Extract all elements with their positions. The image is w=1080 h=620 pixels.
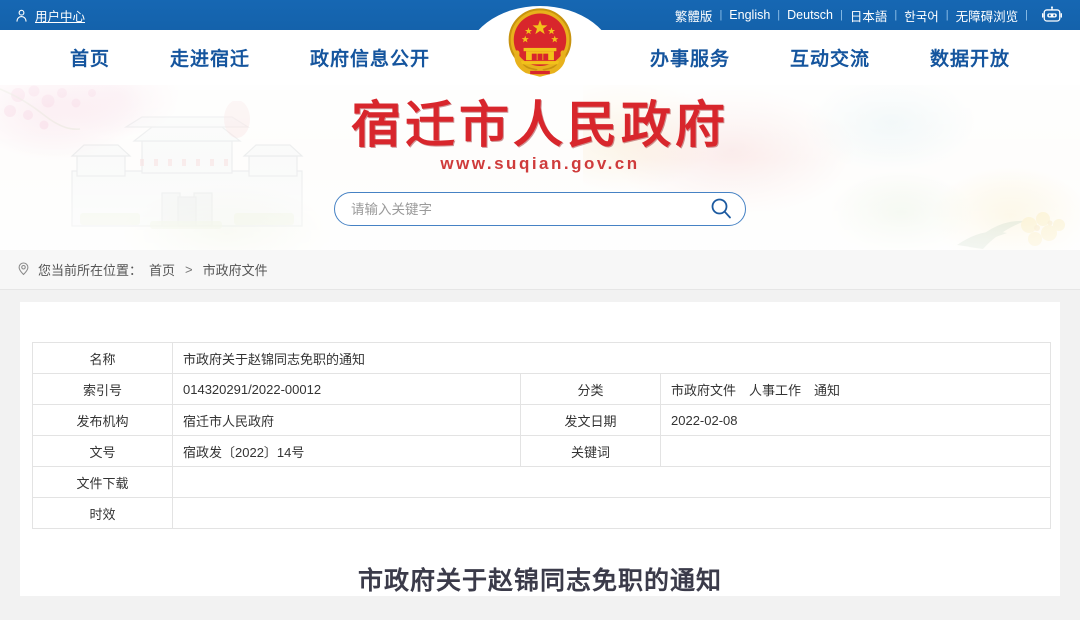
meta-label-keywords: 关键词 [520,435,661,467]
robot-icon[interactable] [1034,6,1070,24]
nav-item-government-info[interactable]: 政府信息公开 [310,44,430,71]
lang-link-1[interactable]: English [722,8,777,22]
document-card: 名称 市政府关于赵锦同志免职的通知 索引号 014320291/2022-000… [20,302,1060,596]
page-title: 市政府关于赵锦同志免职的通知 [357,567,722,595]
meta-label-validity: 时效 [32,497,173,529]
meta-label-index: 索引号 [32,373,173,405]
nav-group-left: 首页 走进宿迁 政府信息公开 [0,30,480,85]
breadcrumb-item-current[interactable]: 市政府文件 [203,260,268,279]
nav-item-home[interactable]: 首页 [70,44,110,71]
nav-item-open-data[interactable]: 数据开放 [930,44,1010,71]
document-meta-table: 名称 市政府关于赵锦同志免职的通知 索引号 014320291/2022-000… [32,342,1051,529]
meta-value-publish-date: 2022-02-08 [660,404,1051,436]
table-row: 索引号 014320291/2022-00012 分类 市政府文件 人事工作 通… [32,373,1051,405]
lang-separator: | [1025,9,1028,21]
top-utility-bar: 用户中心 繁體版 | English | Deutsch | 日本語 | 한국어… [0,0,1080,30]
location-pin-icon [16,261,31,279]
breadcrumb: 您当前所在位置： 首页 > 市政府文件 [16,260,268,279]
breadcrumb-item-home[interactable]: 首页 [149,260,175,279]
user-center-label: 用户中心 [35,9,86,24]
meta-label-category: 分类 [520,373,661,405]
lang-link-2[interactable]: Deutsch [780,8,840,22]
site-title-cn: 宿迁市人民政府 [351,97,729,153]
meta-label-name: 名称 [32,342,173,374]
meta-value-doc-number: 宿政发〔2022〕14号 [172,435,521,467]
meta-label-publish-date: 发文日期 [520,404,661,436]
nav-item-services[interactable]: 办事服务 [650,44,730,71]
content-area: 名称 市政府关于赵锦同志免职的通知 索引号 014320291/2022-000… [0,290,1080,596]
meta-value-keywords [660,435,1051,467]
nav-item-interaction[interactable]: 互动交流 [790,44,870,71]
search-icon [709,196,733,223]
search-input[interactable] [351,201,707,217]
site-title-block: 宿迁市人民政府 www.suqian.gov.cn [0,99,1080,174]
meta-value-validity [172,497,1051,529]
nav-items-container: 首页 走进宿迁 政府信息公开 办事服务 互动交流 数据开放 [0,30,1080,85]
meta-value-category: 市政府文件 人事工作 通知 [660,373,1051,405]
lang-link-3[interactable]: 日本語 [843,6,895,25]
breadcrumb-prefix: 您当前所在位置： [38,263,143,278]
search-button[interactable] [707,196,735,223]
table-row: 文号 宿政发〔2022〕14号 关键词 [32,435,1051,467]
meta-value-file-download [172,466,1051,498]
table-row: 发布机构 宿迁市人民政府 发文日期 2022-02-08 [32,404,1051,436]
meta-value-publisher: 宿迁市人民政府 [172,404,521,436]
site-banner: 宿迁市人民政府 www.suqian.gov.cn [0,85,1080,250]
language-bar: 繁體版 | English | Deutsch | 日本語 | 한국어 | 无障… [668,6,1072,25]
meta-label-publisher: 发布机构 [32,404,173,436]
user-icon [14,8,29,23]
nav-item-about-suqian[interactable]: 走进宿迁 [170,44,250,71]
table-row: 文件下载 [32,466,1051,498]
main-navigation-bar: 首页 走进宿迁 政府信息公开 办事服务 互动交流 数据开放 [0,30,1080,85]
table-row: 名称 市政府关于赵锦同志免职的通知 [32,342,1051,374]
lang-link-0[interactable]: 繁體版 [668,6,720,25]
user-center-link[interactable]: 用户中心 [14,6,85,25]
nav-group-right: 办事服务 互动交流 数据开放 [600,30,1080,85]
accessibility-link[interactable]: 无障碍浏览 [949,6,1026,25]
table-row: 时效 [32,497,1051,529]
meta-value-name: 市政府关于赵锦同志免职的通知 [172,342,1051,374]
lang-link-4[interactable]: 한국어 [897,6,946,25]
breadcrumb-separator: > [185,262,193,277]
meta-label-file-download: 文件下载 [32,466,173,498]
breadcrumb-strip: 您当前所在位置： 首页 > 市政府文件 [0,250,1080,290]
search-box[interactable] [334,192,746,226]
meta-value-index: 014320291/2022-00012 [172,373,521,405]
meta-label-doc-number: 文号 [32,435,173,467]
site-url: www.suqian.gov.cn [440,153,640,173]
